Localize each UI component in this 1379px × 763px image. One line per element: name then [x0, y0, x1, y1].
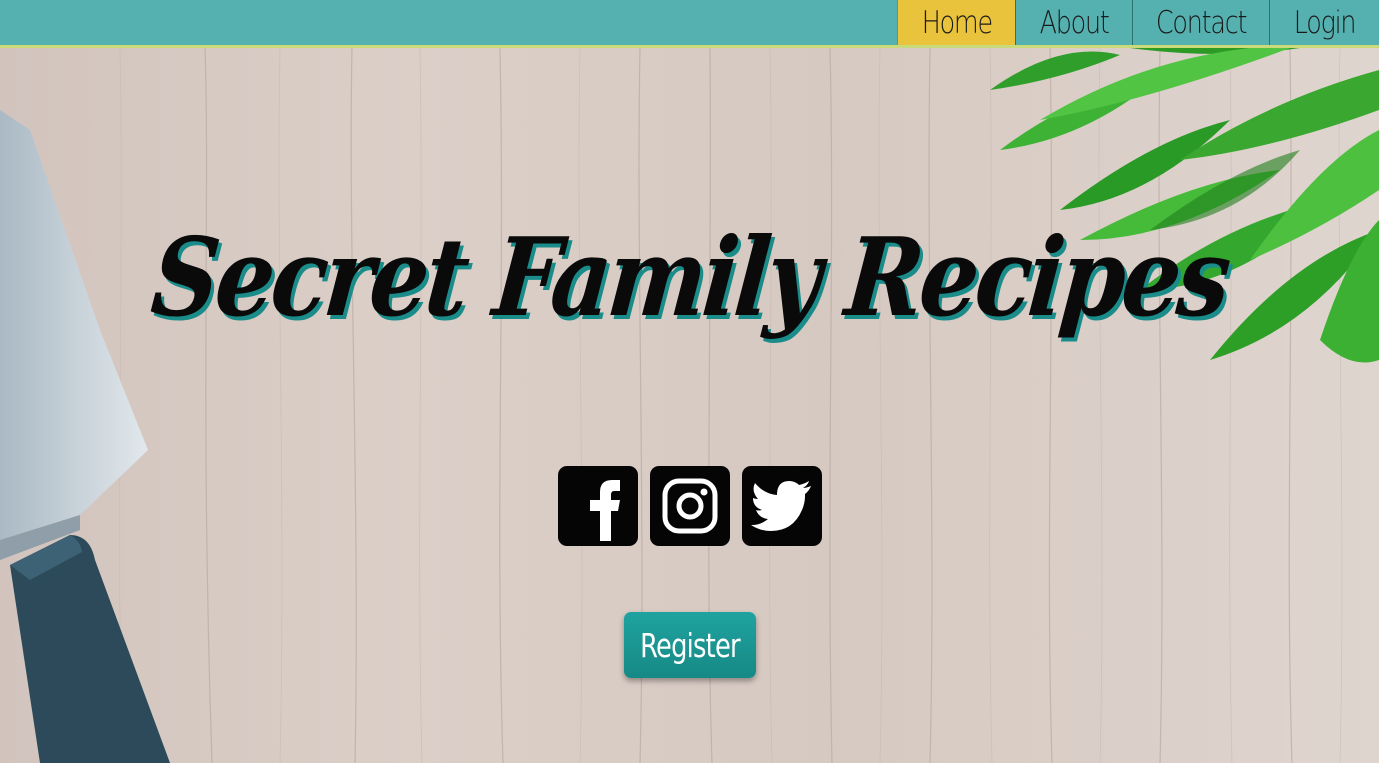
nav-item-contact[interactable]: Contact — [1132, 0, 1269, 45]
nav-item-label: Contact — [1155, 4, 1248, 41]
nav-item-label: Home — [921, 4, 992, 41]
nav-item-about[interactable]: About — [1015, 0, 1132, 45]
nav-item-label: Login — [1293, 4, 1357, 41]
nav-item-label: About — [1039, 4, 1109, 41]
register-button[interactable]: Register — [624, 612, 756, 678]
social-links — [558, 466, 822, 546]
facebook-icon — [590, 480, 620, 541]
page-title: Secret Family Recipes — [0, 215, 1379, 341]
twitter-icon — [751, 481, 811, 531]
nav-item-home[interactable]: Home — [897, 0, 1015, 45]
twitter-button[interactable] — [742, 466, 822, 546]
top-navbar: Home About Contact Login — [0, 0, 1379, 48]
page-title-text: Secret Family Recipes — [146, 215, 1233, 341]
facebook-button[interactable] — [558, 466, 638, 546]
nav-links: Home About Contact Login — [897, 0, 1379, 45]
register-button-label: Register — [640, 625, 741, 665]
instagram-button[interactable] — [650, 466, 730, 546]
instagram-icon — [662, 478, 718, 534]
nav-item-login[interactable]: Login — [1269, 0, 1379, 45]
